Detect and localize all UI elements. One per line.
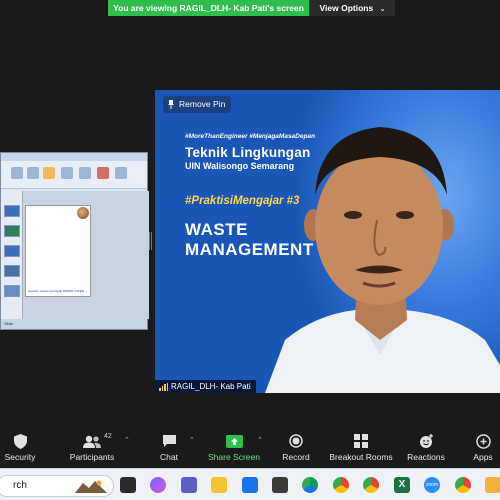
breakout-rooms-icon <box>354 434 368 448</box>
breakout-rooms-button[interactable]: Breakout Rooms <box>328 433 394 462</box>
zoom-app-label: zoom <box>425 482 439 488</box>
slide-caption: Sumber: suara.com/Upah RANKE TAKER ... <box>28 289 88 293</box>
record-button[interactable]: Record <box>281 433 311 462</box>
security-button[interactable]: Security <box>2 433 38 462</box>
pin-icon <box>168 100 174 109</box>
taskbar-search-text: rch <box>13 480 27 491</box>
search-highlight-art <box>75 480 107 493</box>
record-icon <box>289 434 303 448</box>
slide-thumbnail-pane <box>1 191 23 319</box>
edge-icon[interactable] <box>302 477 318 493</box>
windows-taskbar: rch X zoom <box>0 468 500 500</box>
view-options-label: View Options <box>319 3 374 13</box>
store-icon[interactable] <box>272 477 288 493</box>
powerpoint-statusbar: Slide <box>1 319 147 329</box>
panel-resize-handle[interactable] <box>149 232 152 250</box>
participant-name-tag: RAGIL_DLH- Kab Pati <box>155 380 256 393</box>
program-title: #PraktisiMengajar #3 <box>185 195 300 207</box>
record-label: Record <box>282 452 310 462</box>
topic-title-line2: MANAGEMENT <box>185 240 314 259</box>
hashtags-text: #MoreThanEngineer #MenjagaMasaDepan <box>185 133 316 140</box>
topic-title-line1: WASTE <box>185 220 248 239</box>
apps-icon <box>475 433 491 449</box>
shield-icon <box>13 433 27 449</box>
mail-icon[interactable] <box>242 477 258 493</box>
excel-icon[interactable]: X <box>394 477 410 493</box>
security-label: Security <box>4 452 36 462</box>
meeting-toolbar: Security Participants 42 ⌃ Chat ⌃ Share … <box>0 425 500 467</box>
chat-caret-icon[interactable]: ⌃ <box>189 436 195 444</box>
department-title: Teknik Lingkungan <box>185 145 311 160</box>
share-screen-icon <box>225 434 243 448</box>
reactions-button[interactable]: Reactions <box>406 433 446 462</box>
share-screen-label: Share Screen <box>208 452 260 462</box>
signal-strength-icon <box>159 382 168 391</box>
slide-photo-icon <box>77 207 89 219</box>
remove-pin-button[interactable]: Remove Pin <box>163 96 232 113</box>
chat-label: Chat <box>160 452 178 462</box>
powerpoint-ribbon <box>1 161 147 189</box>
chrome-window-icon[interactable] <box>455 477 471 493</box>
chrome-icon[interactable] <box>333 477 349 493</box>
participants-label: Participants <box>69 452 115 462</box>
powerpoint-titlebar <box>1 153 147 161</box>
zoom-meeting-window: You are viewing RAGIL_DLH- Kab Pati's sc… <box>0 0 500 500</box>
file-explorer-icon[interactable] <box>211 477 227 493</box>
participants-icon <box>83 435 101 448</box>
chat-icon <box>162 435 176 447</box>
viewing-banner: You are viewing RAGIL_DLH- Kab Pati's sc… <box>108 0 395 16</box>
participants-count: 42 <box>104 433 112 440</box>
apps-button[interactable]: Apps <box>470 433 496 462</box>
shared-screen-thumbnail[interactable]: Sumber: suara.com/Upah RANKE TAKER ... S… <box>0 152 149 330</box>
participant-name: RAGIL_DLH- Kab Pati <box>171 382 251 391</box>
task-view-icon[interactable] <box>120 477 136 493</box>
teams-icon[interactable] <box>181 477 197 493</box>
viewing-status-text: You are viewing RAGIL_DLH- Kab Pati's sc… <box>108 0 309 16</box>
chevron-down-icon: ⌄ <box>379 6 386 13</box>
powerpoint-workarea: Sumber: suara.com/Upah RANKE TAKER ... <box>1 191 149 319</box>
reactions-label: Reactions <box>407 452 445 462</box>
participants-caret-icon[interactable]: ⌃ <box>124 436 130 444</box>
share-screen-button[interactable]: Share Screen <box>208 433 260 462</box>
apps-label: Apps <box>473 452 493 462</box>
view-options-button[interactable]: View Options ⌄ <box>309 0 395 16</box>
remove-pin-label: Remove Pin <box>179 99 226 109</box>
taskbar-app-icon[interactable] <box>485 477 500 493</box>
chrome-profile-icon[interactable] <box>363 477 379 493</box>
taskbar-search-box[interactable]: rch <box>0 475 114 497</box>
university-subtitle: UIN Walisongo Semarang <box>185 161 295 171</box>
reactions-icon <box>419 433 433 448</box>
copilot-icon[interactable] <box>150 477 166 493</box>
active-speaker-video[interactable]: Remove Pin #MoreThanEngineer #MenjagaMas… <box>155 90 500 393</box>
breakout-rooms-label: Breakout Rooms <box>329 452 393 462</box>
share-caret-icon[interactable]: ⌃ <box>257 436 263 444</box>
zoom-app-icon[interactable]: zoom <box>424 477 440 493</box>
chat-button[interactable]: Chat <box>156 433 182 462</box>
